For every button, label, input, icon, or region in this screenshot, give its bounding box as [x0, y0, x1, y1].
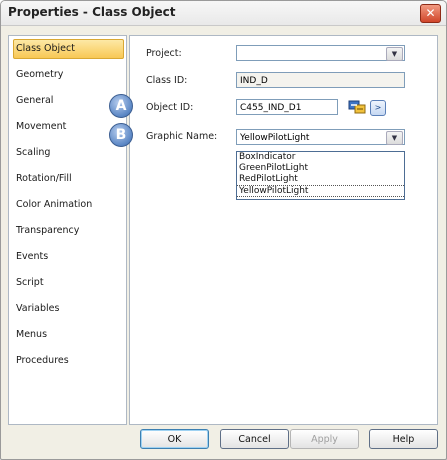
sidebar-item-movement[interactable]: Movement — [14, 118, 123, 136]
graphic-name-dropdown-list: BoxIndicator GreenPilotLight RedPilotLig… — [236, 151, 405, 200]
object-browse-icon[interactable] — [348, 99, 366, 115]
list-item[interactable]: YellowPilotLight — [237, 185, 404, 197]
graphic-name-value: YellowPilotLight — [240, 133, 310, 143]
sidebar-item-general[interactable]: General — [14, 92, 123, 110]
close-button[interactable]: ✕ — [420, 4, 441, 23]
ok-button[interactable]: OK — [140, 429, 209, 449]
sidebar-item-menus[interactable]: Menus — [14, 326, 123, 344]
list-item[interactable]: GreenPilotLight — [237, 163, 404, 174]
sidebar-item-script[interactable]: Script — [14, 274, 123, 292]
list-item[interactable]: BoxIndicator — [237, 152, 404, 163]
sidebar-item-transparency[interactable]: Transparency — [14, 222, 123, 240]
sidebar-item-geometry[interactable]: Geometry — [14, 66, 123, 84]
chevron-down-icon[interactable]: ▼ — [386, 47, 403, 61]
list-item[interactable]: RedPilotLight — [237, 174, 404, 185]
callout-a-badge: A — [109, 94, 133, 118]
project-select[interactable]: ▼ — [236, 45, 405, 61]
project-label: Project: — [146, 48, 182, 59]
object-id-field[interactable]: C455_IND_D1 — [236, 99, 338, 115]
property-category-list: Class Object Geometry General Movement S… — [8, 35, 127, 425]
sidebar-item-variables[interactable]: Variables — [14, 300, 123, 318]
sidebar-item-rotation-fill[interactable]: Rotation/Fill — [14, 170, 123, 188]
cancel-button[interactable]: Cancel — [220, 429, 289, 449]
callout-b-badge: B — [109, 123, 133, 147]
title-bar: Properties - Class Object ✕ — [1, 1, 446, 26]
window-title: Properties - Class Object — [8, 5, 176, 19]
graphic-name-select[interactable]: YellowPilotLight ▼ — [236, 129, 405, 145]
sidebar-item-events[interactable]: Events — [14, 248, 123, 266]
sidebar-item-procedures[interactable]: Procedures — [14, 352, 123, 370]
sidebar-item-scaling[interactable]: Scaling — [14, 144, 123, 162]
class-id-label: Class ID: — [146, 75, 188, 86]
object-nav-button[interactable]: > — [370, 100, 386, 116]
object-id-label: Object ID: — [146, 102, 194, 113]
sidebar-item-color-animation[interactable]: Color Animation — [14, 196, 123, 214]
chevron-down-icon[interactable]: ▼ — [386, 131, 403, 145]
graphic-name-label: Graphic Name: — [146, 131, 218, 142]
class-id-field: IND_D — [236, 72, 405, 88]
apply-button[interactable]: Apply — [290, 429, 359, 449]
class-object-panel: Project: ▼ Class ID: IND_D Object ID: C4… — [129, 35, 438, 425]
properties-dialog: Properties - Class Object ✕ Class Object… — [0, 0, 447, 460]
help-button[interactable]: Help — [369, 429, 438, 449]
sidebar-item-class-object[interactable]: Class Object — [13, 39, 124, 59]
